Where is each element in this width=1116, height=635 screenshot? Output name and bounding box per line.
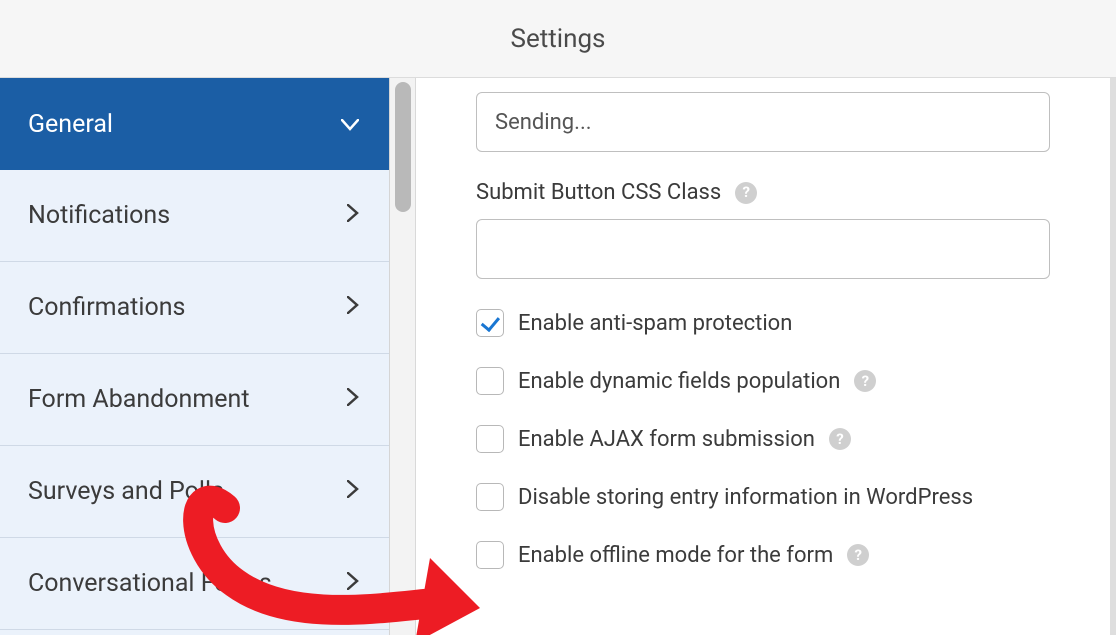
settings-panel: Submit Button CSS Class ? Enable anti-sp… xyxy=(416,78,1116,635)
sidebar-item-confirmations[interactable]: Confirmations xyxy=(0,262,389,354)
sidebar-item-label: Conversational Forms xyxy=(28,569,272,598)
css-class-label: Submit Button CSS Class xyxy=(476,180,721,205)
help-icon[interactable]: ? xyxy=(829,428,851,450)
page-title: Settings xyxy=(511,24,606,54)
checkbox-anti-spam[interactable] xyxy=(476,309,504,337)
sidebar-item-notifications[interactable]: Notifications xyxy=(0,170,389,262)
chevron-right-icon xyxy=(347,203,359,228)
checkbox-label: Enable anti-spam protection xyxy=(518,311,792,336)
scrollbar-thumb[interactable] xyxy=(395,82,411,212)
submit-processing-text-input[interactable] xyxy=(476,92,1050,152)
option-dynamic-fields: Enable dynamic fields population ? xyxy=(476,367,1050,395)
checkbox-label: Enable offline mode for the form xyxy=(518,543,833,568)
chevron-right-icon xyxy=(347,387,359,412)
help-icon[interactable]: ? xyxy=(735,182,757,204)
sidebar-item-form-abandonment[interactable]: Form Abandonment xyxy=(0,354,389,446)
help-icon[interactable]: ? xyxy=(847,544,869,566)
sidebar-item-label: Confirmations xyxy=(28,293,185,322)
option-offline-mode: Enable offline mode for the form ? xyxy=(476,541,1050,569)
chevron-right-icon xyxy=(347,295,359,320)
chevron-right-icon xyxy=(347,571,359,596)
submit-button-css-class-input[interactable] xyxy=(476,219,1050,279)
sidebar-item-label: Form Abandonment xyxy=(28,385,250,414)
sidebar-item-label: Surveys and Polls xyxy=(28,477,224,506)
sidebar-scrollbar[interactable] xyxy=(390,78,416,635)
sidebar-item-label: Notifications xyxy=(28,201,170,230)
option-anti-spam: Enable anti-spam protection xyxy=(476,309,1050,337)
chevron-right-icon xyxy=(347,479,359,504)
checkbox-disable-storing-entry[interactable] xyxy=(476,483,504,511)
checkbox-label: Enable AJAX form submission xyxy=(518,427,815,452)
sidebar-item-general[interactable]: General xyxy=(0,78,389,170)
checkbox-label: Enable dynamic fields population xyxy=(518,369,840,394)
checkbox-dynamic-fields[interactable] xyxy=(476,367,504,395)
checkbox-offline-mode[interactable] xyxy=(476,541,504,569)
settings-header: Settings xyxy=(0,0,1116,78)
sidebar-item-conversational-forms[interactable]: Conversational Forms xyxy=(0,538,389,630)
checkbox-ajax-submission[interactable] xyxy=(476,425,504,453)
sidebar-item-label: General xyxy=(28,110,113,139)
sidebar-item-surveys-and-polls[interactable]: Surveys and Polls xyxy=(0,446,389,538)
help-icon[interactable]: ? xyxy=(854,370,876,392)
option-ajax-submission: Enable AJAX form submission ? xyxy=(476,425,1050,453)
option-disable-storing-entry: Disable storing entry information in Wor… xyxy=(476,483,1050,511)
settings-sidebar: General Notifications Confirmations Form… xyxy=(0,78,390,635)
checkbox-label: Disable storing entry information in Wor… xyxy=(518,485,973,510)
chevron-down-icon xyxy=(341,112,359,137)
